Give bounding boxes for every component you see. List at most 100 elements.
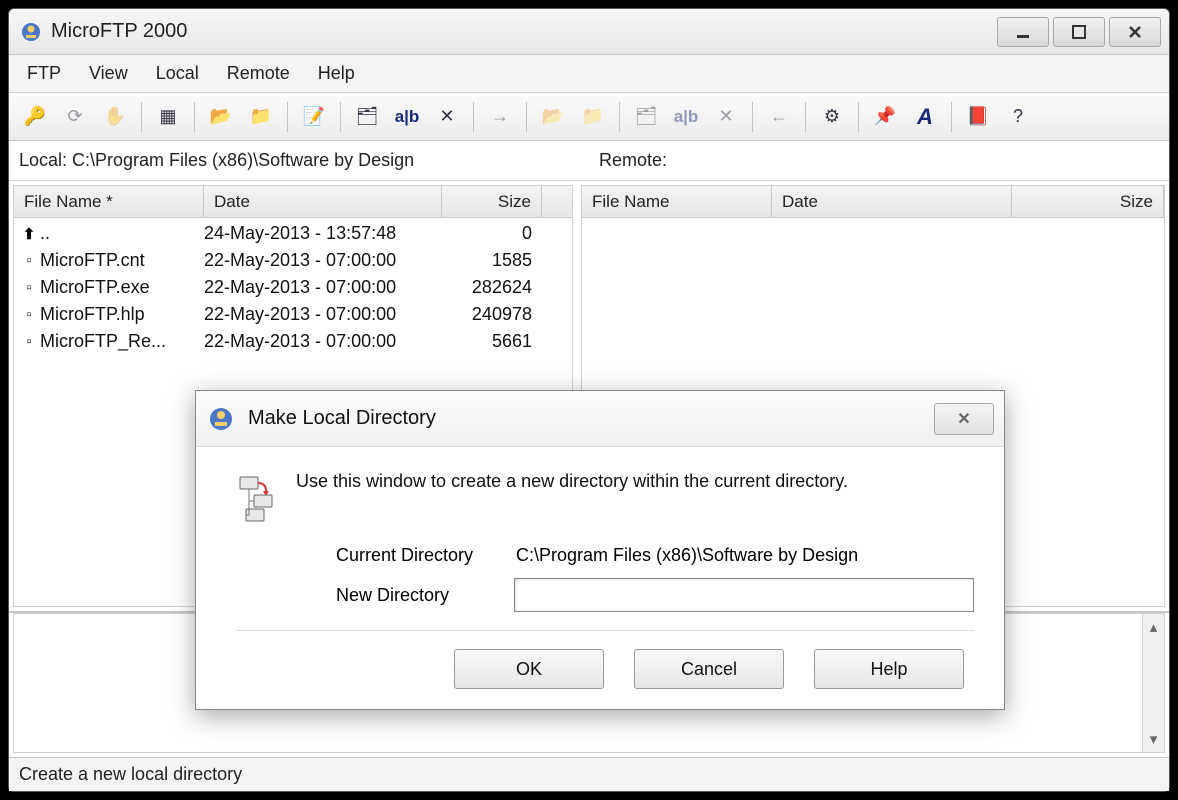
file-date: 22-May-2013 - 07:00:00	[204, 304, 442, 325]
file-size: 1585	[442, 250, 542, 271]
menu-help[interactable]: Help	[304, 57, 369, 90]
file-date: 22-May-2013 - 07:00:00	[204, 277, 442, 298]
menu-ftp[interactable]: FTP	[13, 57, 75, 90]
local-columns: File Name * Date Size	[14, 186, 572, 218]
new-directory-input[interactable]	[514, 578, 974, 612]
scroll-down-icon[interactable]: ▾	[1150, 730, 1158, 748]
toolbar-separator	[194, 102, 195, 132]
table-row[interactable]: ▫MicroFTP.cnt22-May-2013 - 07:00:001585	[14, 247, 572, 274]
app-icon	[19, 20, 43, 44]
file-icon: ▫	[14, 279, 38, 296]
titlebar: MicroFTP 2000	[9, 9, 1169, 55]
remote-col-size[interactable]: Size	[1012, 186, 1164, 217]
toolbar-separator	[526, 102, 527, 132]
help-book-icon[interactable]: 📕	[960, 99, 996, 135]
close-icon: ✕	[957, 409, 970, 429]
file-date: 22-May-2013 - 07:00:00	[204, 331, 442, 352]
toolbar: 🔑⟳✋▦📂📁📝🗂a|b✕→📂📁🗂a|b✕←⚙📌A📕?	[9, 93, 1169, 141]
toolbar-separator	[858, 102, 859, 132]
file-icon: ▫	[14, 252, 38, 269]
close-button[interactable]	[1109, 17, 1161, 47]
local-rename-icon[interactable]: a|b	[389, 99, 425, 135]
toolbar-separator	[951, 102, 952, 132]
file-size: 240978	[442, 304, 542, 325]
dialog-icon	[206, 404, 236, 434]
table-row[interactable]: ⬆..24-May-2013 - 13:57:480	[14, 220, 572, 247]
toolbar-separator	[473, 102, 474, 132]
file-size: 5661	[442, 331, 542, 352]
local-col-name[interactable]: File Name *	[14, 186, 204, 217]
dialog-titlebar: Make Local Directory ✕	[196, 391, 1004, 447]
menubar: FTP View Local Remote Help	[9, 55, 1169, 93]
cancel-button[interactable]: Cancel	[634, 649, 784, 689]
download-icon: ←	[761, 99, 797, 135]
help-button[interactable]: Help	[814, 649, 964, 689]
file-name: MicroFTP.hlp	[38, 304, 204, 325]
file-icon: ▫	[14, 333, 38, 350]
dialog-title: Make Local Directory	[248, 407, 436, 430]
local-col-date[interactable]: Date	[204, 186, 442, 217]
remote-open-icon: 📂	[535, 99, 571, 135]
dialog-instruction: Use this window to create a new director…	[296, 471, 974, 492]
remote-columns: File Name Date Size	[582, 186, 1164, 218]
ok-button[interactable]: OK	[454, 649, 604, 689]
local-edit-icon[interactable]: 📝	[296, 99, 332, 135]
upload-icon: →	[482, 99, 518, 135]
toolbar-separator	[141, 102, 142, 132]
auto-icon[interactable]: ⚙	[814, 99, 850, 135]
file-date: 24-May-2013 - 13:57:48	[204, 223, 442, 244]
menu-remote[interactable]: Remote	[213, 57, 304, 90]
connect-icon[interactable]: 🔑	[17, 99, 53, 135]
scroll-up-icon[interactable]: ▴	[1150, 618, 1158, 636]
folder-up-icon: ⬆	[14, 225, 38, 243]
transfer-mode-icon[interactable]: ▦	[150, 99, 186, 135]
local-delete-icon[interactable]: ✕	[429, 99, 465, 135]
file-size: 282624	[442, 277, 542, 298]
file-name: MicroFTP_Re...	[38, 331, 204, 352]
make-local-directory-dialog: Make Local Directory ✕ Use this window t…	[195, 390, 1005, 710]
minimize-button[interactable]	[997, 17, 1049, 47]
local-path-label: Local: C:\Program Files (x86)\Software b…	[9, 150, 589, 171]
abort-icon: ✋	[97, 99, 133, 135]
window-title: MicroFTP 2000	[51, 20, 187, 43]
remote-col-name[interactable]: File Name	[582, 186, 772, 217]
toolbar-separator	[287, 102, 288, 132]
font-icon[interactable]: A	[907, 99, 943, 135]
toolbar-separator	[340, 102, 341, 132]
maximize-button[interactable]	[1053, 17, 1105, 47]
folder-tree-icon	[236, 471, 296, 523]
file-size: 0	[442, 223, 542, 244]
toolbar-separator	[619, 102, 620, 132]
refresh-icon: ⟳	[57, 99, 93, 135]
log-scrollbar[interactable]: ▴ ▾	[1142, 614, 1164, 752]
status-text: Create a new local directory	[19, 764, 242, 785]
remote-delete-icon: ✕	[708, 99, 744, 135]
local-col-size[interactable]: Size	[442, 186, 542, 217]
local-up-icon[interactable]: 📁	[243, 99, 279, 135]
remote-mkdir-icon: 🗂	[628, 99, 664, 135]
file-name: MicroFTP.cnt	[38, 250, 204, 271]
remote-up-icon: 📁	[575, 99, 611, 135]
toolbar-separator	[752, 102, 753, 132]
dialog-close-button[interactable]: ✕	[934, 403, 994, 435]
statusbar: Create a new local directory	[9, 757, 1169, 791]
table-row[interactable]: ▫MicroFTP.hlp22-May-2013 - 07:00:0024097…	[14, 301, 572, 328]
new-directory-label: New Directory	[336, 585, 514, 606]
menu-local[interactable]: Local	[142, 57, 213, 90]
remote-path-label: Remote:	[589, 150, 1169, 171]
local-mkdir-icon[interactable]: 🗂	[349, 99, 385, 135]
local-open-icon[interactable]: 📂	[203, 99, 239, 135]
file-date: 22-May-2013 - 07:00:00	[204, 250, 442, 271]
menu-view[interactable]: View	[75, 57, 142, 90]
pin-icon[interactable]: 📌	[867, 99, 903, 135]
file-name: ..	[38, 223, 204, 244]
current-directory-label: Current Directory	[336, 545, 516, 566]
current-directory-value: C:\Program Files (x86)\Software by Desig…	[516, 545, 974, 566]
path-row: Local: C:\Program Files (x86)\Software b…	[9, 141, 1169, 181]
remote-rename-icon: a|b	[668, 99, 704, 135]
file-name: MicroFTP.exe	[38, 277, 204, 298]
table-row[interactable]: ▫MicroFTP.exe22-May-2013 - 07:00:0028262…	[14, 274, 572, 301]
table-row[interactable]: ▫MicroFTP_Re...22-May-2013 - 07:00:00566…	[14, 328, 572, 355]
remote-col-date[interactable]: Date	[772, 186, 1012, 217]
help-icon[interactable]: ?	[1000, 99, 1036, 135]
